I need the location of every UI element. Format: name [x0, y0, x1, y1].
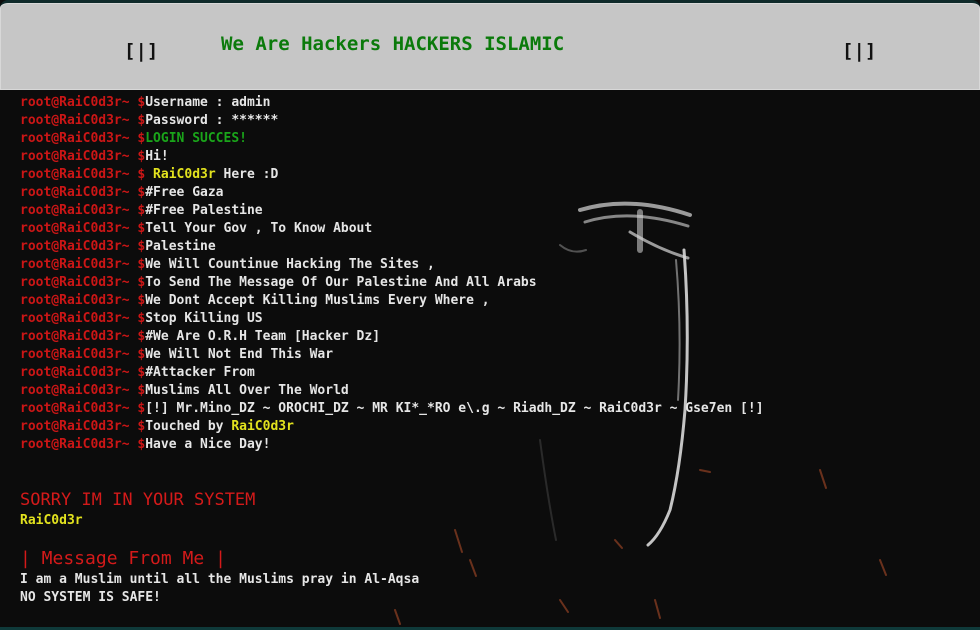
- terminal-prompt: root@RaiC0d3r~ $: [20, 383, 146, 398]
- terminal-text: We Will Countinue Hacking The Sites ,: [145, 257, 435, 272]
- message-line-1: I am a Muslim until all the Muslims pray…: [20, 572, 420, 587]
- terminal-text: Username : admin: [145, 95, 271, 110]
- message-line-2: NO SYSTEM IS SAFE!: [20, 590, 161, 605]
- terminal-text: Password : ******: [145, 113, 279, 128]
- terminal-text: #Attacker From: [145, 365, 255, 380]
- terminal-prompt: root@RaiC0d3r~ $: [20, 419, 146, 434]
- terminal-prompt: root@RaiC0d3r~ $: [20, 185, 146, 200]
- terminal-prompt: root@RaiC0d3r~ $: [20, 365, 146, 380]
- terminal-text: RaiC0d3r: [231, 419, 294, 434]
- terminal-text: [!] Mr.Mino_DZ ~ OROCHI_DZ ~ MR KI*_*RO …: [145, 401, 764, 416]
- terminal-prompt: root@RaiC0d3r~ $: [20, 239, 146, 254]
- terminal-text: #Free Palestine: [145, 203, 263, 218]
- terminal-text: Palestine: [145, 239, 216, 254]
- terminal-text: Stop Killing US: [145, 311, 263, 326]
- terminal-line: root@RaiC0d3r~ $[!] Mr.Mino_DZ ~ OROCHI_…: [20, 400, 970, 418]
- terminal-line: root@RaiC0d3r~ $We Dont Accept Killing M…: [20, 292, 970, 310]
- terminal-prompt: root@RaiC0d3r~ $: [20, 149, 146, 164]
- terminal-line: root@RaiC0d3r~ $To Send The Message Of O…: [20, 274, 970, 292]
- terminal-line: root@RaiC0d3r~ $We Will Not End This War: [20, 346, 970, 364]
- terminal-text: #We Are O.R.H Team [Hacker Dz]: [145, 329, 381, 344]
- terminal-prompt: root@RaiC0d3r~ $: [20, 221, 146, 236]
- terminal-output: root@RaiC0d3r~ $Username : admin root@Rai…: [20, 94, 970, 454]
- sorry-author: RaiC0d3r: [20, 513, 83, 528]
- sorry-heading: SORRY IM IN YOUR SYSTEM: [20, 490, 256, 510]
- terminal-line: root@RaiC0d3r~ $Touched by RaiC0d3r: [20, 418, 970, 436]
- terminal-prompt: root@RaiC0d3r~ $: [20, 311, 146, 326]
- terminal-text: To Send The Message Of Our Palestine And…: [145, 275, 537, 290]
- terminal-line: root@RaiC0d3r~ $Username : admin: [20, 94, 970, 112]
- terminal-prompt: root@RaiC0d3r~ $: [20, 437, 146, 452]
- terminal-line: root@RaiC0d3r~ $We Will Countinue Hackin…: [20, 256, 970, 274]
- terminal-text: We Will Not End This War: [145, 347, 334, 362]
- terminal-text: Muslims All Over The World: [145, 383, 349, 398]
- terminal-line: root@RaiC0d3r~ $Stop Killing US: [20, 310, 970, 328]
- terminal-line: root@RaiC0d3r~ $Have a Nice Day!: [20, 436, 970, 454]
- terminal-line: root@RaiC0d3r~ $Muslims All Over The Wor…: [20, 382, 970, 400]
- terminal-prompt: root@RaiC0d3r~ $: [20, 167, 146, 182]
- terminal-prompt: root@RaiC0d3r~ $: [20, 329, 146, 344]
- terminal-line: root@RaiC0d3r~ $Palestine: [20, 238, 970, 256]
- terminal-text: Have a Nice Day!: [145, 437, 271, 452]
- terminal-line: root@RaiC0d3r~ $#Free Gaza: [20, 184, 970, 202]
- terminal-prompt: root@RaiC0d3r~ $: [20, 257, 146, 272]
- terminal-line: root@RaiC0d3r~ $#We Are O.R.H Team [Hack…: [20, 328, 970, 346]
- terminal-line: root@RaiC0d3r~ $Hi!: [20, 148, 970, 166]
- right-bracket-glyph: [|]: [842, 40, 877, 62]
- terminal-text: #Free Gaza: [145, 185, 224, 200]
- terminal-text: Hi!: [145, 149, 169, 164]
- terminal-line: root@RaiC0d3r~ $#Free Palestine: [20, 202, 970, 220]
- terminal-text: RaiC0d3r: [145, 167, 216, 182]
- terminal-text: LOGIN SUCCES!: [145, 131, 247, 146]
- message-heading: | Message From Me |: [20, 548, 226, 569]
- terminal-prompt: root@RaiC0d3r~ $: [20, 203, 146, 218]
- terminal-prompt: root@RaiC0d3r~ $: [20, 275, 146, 290]
- page-title: We Are Hackers HACKERS ISLAMIC: [221, 33, 565, 55]
- terminal-prompt: root@RaiC0d3r~ $: [20, 113, 146, 128]
- terminal-text: Tell Your Gov , To Know About: [145, 221, 373, 236]
- defaced-page: [|] We Are Hackers HACKERS ISLAMIC [|] r…: [0, 0, 980, 630]
- terminal-line: root@RaiC0d3r~ $Password : ******: [20, 112, 970, 130]
- terminal-line: root@RaiC0d3r~ $ RaiC0d3r Here :D: [20, 166, 970, 184]
- terminal-prompt: root@RaiC0d3r~ $: [20, 347, 146, 362]
- terminal-prompt: root@RaiC0d3r~ $: [20, 401, 146, 416]
- terminal-prompt: root@RaiC0d3r~ $: [20, 95, 146, 110]
- terminal-prompt: root@RaiC0d3r~ $: [20, 293, 146, 308]
- terminal-text: Here :D: [215, 167, 279, 182]
- terminal-line: root@RaiC0d3r~ $#Attacker From: [20, 364, 970, 382]
- terminal-line: root@RaiC0d3r~ $LOGIN SUCCES!: [20, 130, 970, 148]
- left-bracket-glyph: [|]: [124, 40, 159, 62]
- header-bar: [|] We Are Hackers HACKERS ISLAMIC [|]: [0, 0, 980, 90]
- terminal-text: Touched by: [145, 419, 232, 434]
- terminal-line: root@RaiC0d3r~ $Tell Your Gov , To Know …: [20, 220, 970, 238]
- terminal-prompt: root@RaiC0d3r~ $: [20, 131, 146, 146]
- terminal-text: We Dont Accept Killing Muslims Every Whe…: [145, 293, 490, 308]
